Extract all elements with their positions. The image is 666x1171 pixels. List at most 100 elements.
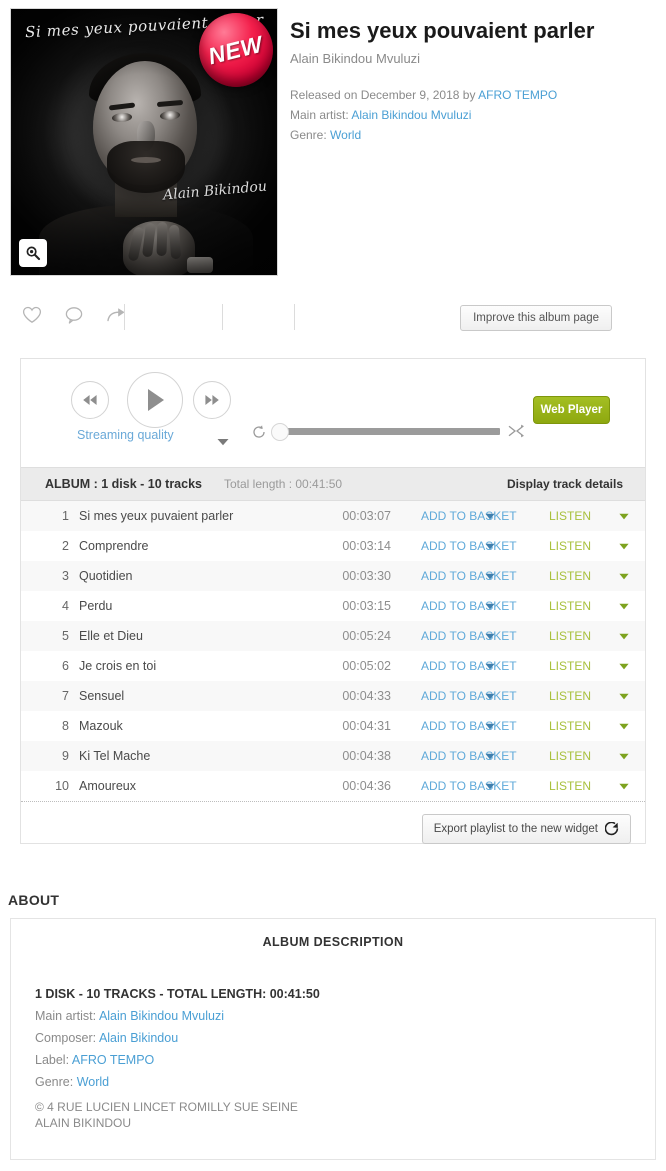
- display-track-details-button[interactable]: Display track details: [507, 477, 623, 491]
- table-row[interactable]: 4 Perdu 00:03:15 ADD TO BASKET LISTEN: [21, 591, 645, 621]
- listen-button[interactable]: LISTEN: [549, 689, 645, 703]
- streaming-quality-dropdown[interactable]: [217, 433, 229, 451]
- track-duration: 00:03:30: [342, 569, 391, 583]
- track-title[interactable]: Je crois en toi: [79, 659, 305, 673]
- listen-dropdown[interactable]: [619, 539, 629, 553]
- add-to-basket-dropdown[interactable]: [485, 659, 495, 673]
- listen-button[interactable]: LISTEN: [549, 539, 645, 553]
- track-title[interactable]: Quotidien: [79, 569, 305, 583]
- new-badge-label: NEW: [205, 30, 266, 69]
- table-row[interactable]: 10 Amoureux 00:04:36 ADD TO BASKET LISTEN: [21, 771, 645, 801]
- listen-button[interactable]: LISTEN: [549, 629, 645, 643]
- chevron-down-icon: [485, 603, 495, 610]
- comment-icon[interactable]: [64, 306, 84, 324]
- track-title[interactable]: Sensuel: [79, 689, 305, 703]
- listen-button[interactable]: LISTEN: [549, 599, 645, 613]
- listen-button[interactable]: LISTEN: [549, 779, 645, 793]
- progress-slider-handle[interactable]: [271, 423, 289, 441]
- album-cover[interactable]: Si mes yeux pouvaient parler Alain Bikin…: [10, 8, 278, 276]
- tracklist-header: ALBUM : 1 disk - 10 tracks Total length …: [21, 467, 645, 501]
- add-to-basket-button[interactable]: ADD TO BASKET: [391, 779, 549, 793]
- play-button[interactable]: [127, 372, 183, 428]
- listen-dropdown[interactable]: [619, 509, 629, 523]
- streaming-quality-link[interactable]: Streaming quality: [77, 428, 174, 442]
- about-label: Label: AFRO TEMPO: [35, 1053, 655, 1067]
- cover-zoom-button[interactable]: [19, 239, 47, 267]
- track-title[interactable]: Si mes yeux puvaient parler: [79, 509, 305, 523]
- add-to-basket-dropdown[interactable]: [485, 599, 495, 613]
- listen-button[interactable]: LISTEN: [549, 569, 645, 583]
- track-title[interactable]: Mazouk: [79, 719, 305, 733]
- heart-icon[interactable]: [22, 306, 42, 324]
- previous-track-button[interactable]: [71, 381, 109, 419]
- track-duration: 00:03:15: [342, 599, 391, 613]
- improve-album-page-button[interactable]: Improve this album page: [460, 305, 612, 331]
- track-number: 1: [62, 509, 69, 523]
- track-number: 7: [62, 689, 69, 703]
- table-row[interactable]: 5 Elle et Dieu 00:05:24 ADD TO BASKET LISTEN: [21, 621, 645, 651]
- about-composer-link[interactable]: Alain Bikindou: [99, 1031, 178, 1045]
- add-to-basket-dropdown[interactable]: [485, 509, 495, 523]
- table-row[interactable]: 2 Comprendre 00:03:14 ADD TO BASKET LISTEN: [21, 531, 645, 561]
- add-to-basket-button[interactable]: ADD TO BASKET: [391, 719, 549, 733]
- track-title[interactable]: Comprendre: [79, 539, 305, 553]
- shuffle-button[interactable]: [507, 423, 525, 444]
- export-playlist-button[interactable]: Export playlist to the new widget: [421, 814, 631, 844]
- add-to-basket-dropdown[interactable]: [485, 779, 495, 793]
- rewind-icon: [83, 395, 97, 405]
- table-row[interactable]: 9 Ki Tel Mache 00:04:38 ADD TO BASKET LISTEN: [21, 741, 645, 771]
- add-to-basket-button[interactable]: ADD TO BASKET: [391, 659, 549, 673]
- listen-button[interactable]: LISTEN: [549, 719, 645, 733]
- about-genre-link[interactable]: World: [77, 1075, 109, 1089]
- add-to-basket-button[interactable]: ADD TO BASKET: [391, 539, 549, 553]
- listen-dropdown[interactable]: [619, 659, 629, 673]
- total-length-label: Total length : 00:41:50: [224, 477, 343, 491]
- add-to-basket-dropdown[interactable]: [485, 749, 495, 763]
- add-to-basket-dropdown[interactable]: [485, 539, 495, 553]
- table-row[interactable]: 3 Quotidien 00:03:30 ADD TO BASKET LISTEN: [21, 561, 645, 591]
- chevron-down-icon: [485, 543, 495, 550]
- track-title[interactable]: Elle et Dieu: [79, 629, 305, 643]
- next-track-button[interactable]: [193, 381, 231, 419]
- table-row[interactable]: 6 Je crois en toi 00:05:02 ADD TO BASKET LIS…: [21, 651, 645, 681]
- listen-dropdown[interactable]: [619, 689, 629, 703]
- add-to-basket-dropdown[interactable]: [485, 689, 495, 703]
- add-to-basket-button[interactable]: ADD TO BASKET: [391, 689, 549, 703]
- table-row[interactable]: 7 Sensuel 00:04:33 ADD TO BASKET LISTEN: [21, 681, 645, 711]
- listen-button[interactable]: LISTEN: [549, 749, 645, 763]
- listen-button[interactable]: LISTEN: [549, 659, 645, 673]
- about-main-artist-link[interactable]: Alain Bikindou Mvuluzi: [99, 1009, 224, 1023]
- add-to-basket-dropdown[interactable]: [485, 629, 495, 643]
- listen-dropdown[interactable]: [619, 629, 629, 643]
- genre-link[interactable]: World: [330, 128, 361, 142]
- track-title[interactable]: Amoureux: [79, 779, 305, 793]
- playback-progress[interactable]: [253, 421, 527, 444]
- album-description-title: ALBUM DESCRIPTION: [262, 935, 404, 949]
- table-row[interactable]: 1 Si mes yeux puvaient parler 00:03:07 ADD …: [21, 501, 645, 531]
- table-row[interactable]: 8 Mazouk 00:04:31 ADD TO BASKET LISTEN: [21, 711, 645, 741]
- main-artist-link[interactable]: Alain Bikindou Mvuluzi: [351, 108, 471, 122]
- add-to-basket-button[interactable]: ADD TO BASKET: [391, 569, 549, 583]
- add-to-basket-button[interactable]: ADD TO BASKET: [391, 629, 549, 643]
- progress-slider-track[interactable]: [285, 428, 500, 435]
- about-main-artist: Main artist: Alain Bikindou Mvuluzi: [35, 1009, 655, 1023]
- repeat-button[interactable]: [251, 424, 267, 445]
- listen-dropdown[interactable]: [619, 779, 629, 793]
- listen-button[interactable]: LISTEN: [549, 509, 645, 523]
- album-meta: Si mes yeux pouvaient parler Alain Bikin…: [290, 18, 656, 142]
- listen-dropdown[interactable]: [619, 569, 629, 583]
- about-label-link[interactable]: AFRO TEMPO: [72, 1053, 154, 1067]
- track-title[interactable]: Perdu: [79, 599, 305, 613]
- label-link[interactable]: AFRO TEMPO: [478, 88, 557, 102]
- listen-dropdown[interactable]: [619, 599, 629, 613]
- listen-dropdown[interactable]: [619, 719, 629, 733]
- track-title[interactable]: Ki Tel Mache: [79, 749, 305, 763]
- add-to-basket-dropdown[interactable]: [485, 719, 495, 733]
- web-player-button[interactable]: Web Player: [533, 396, 610, 424]
- add-to-basket-dropdown[interactable]: [485, 569, 495, 583]
- listen-dropdown[interactable]: [619, 749, 629, 763]
- about-copyright: © 4 RUE LUCIEN LINCET ROMILLY SUE SEINE …: [35, 1099, 655, 1131]
- add-to-basket-button[interactable]: ADD TO BASKET: [391, 509, 549, 523]
- add-to-basket-button[interactable]: ADD TO BASKET: [391, 749, 549, 763]
- add-to-basket-button[interactable]: ADD TO BASKET: [391, 599, 549, 613]
